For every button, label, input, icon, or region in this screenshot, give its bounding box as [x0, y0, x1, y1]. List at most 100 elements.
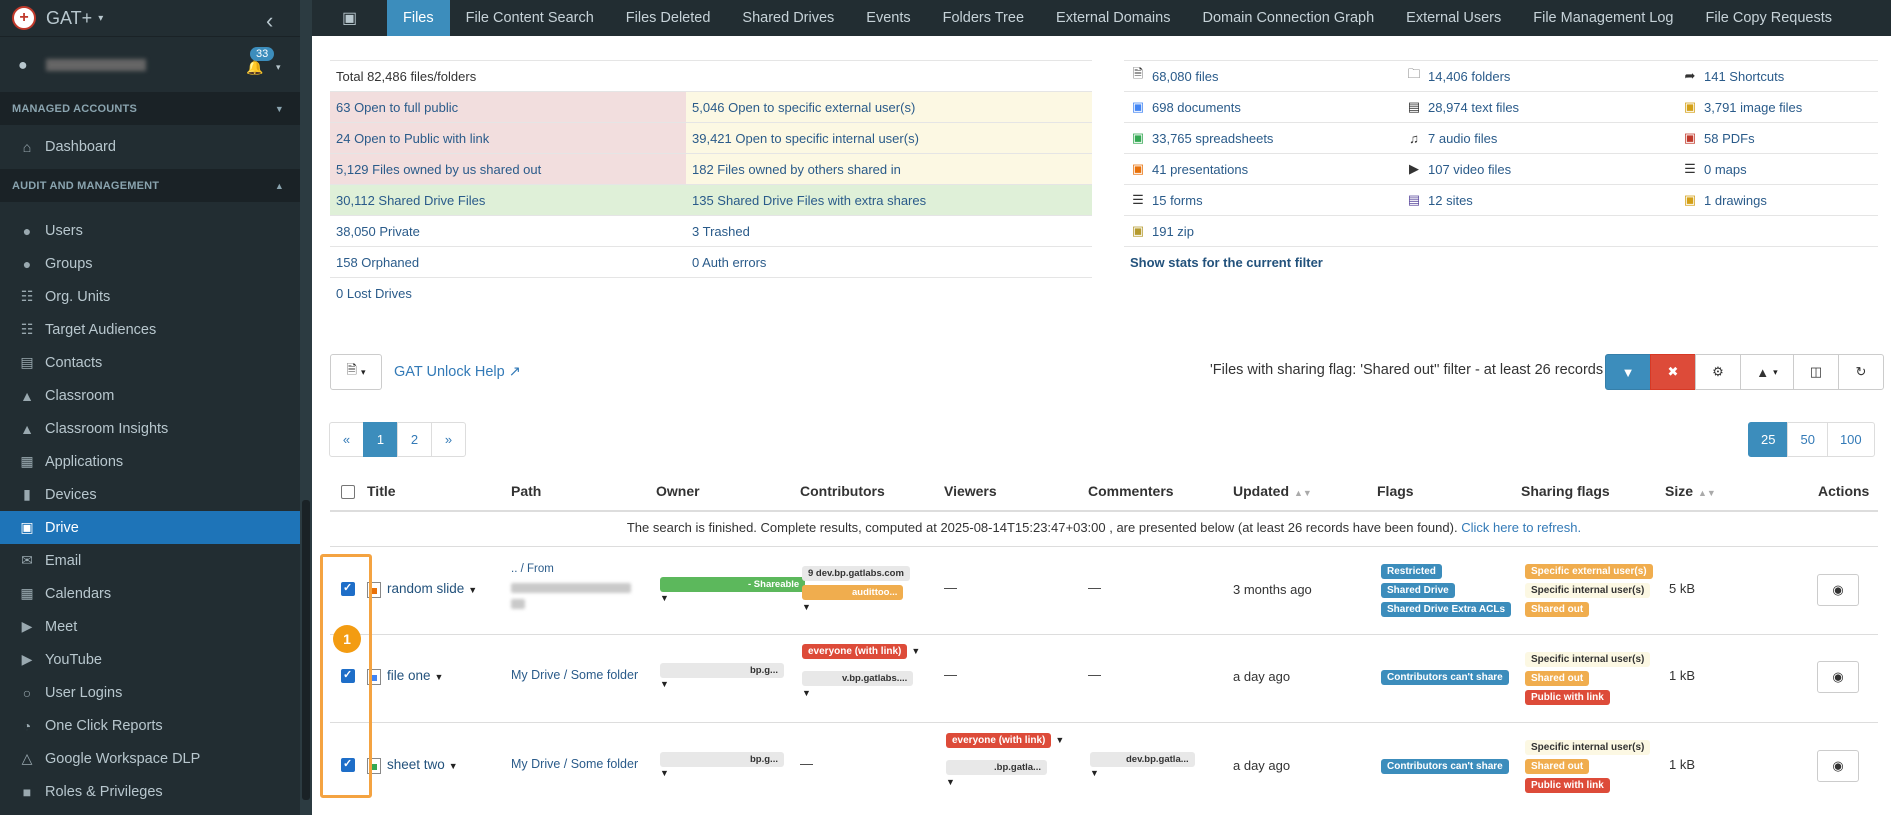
- page-size-100[interactable]: 100: [1826, 422, 1875, 457]
- sidebar-item-drive[interactable]: ▣ Drive: [0, 511, 300, 544]
- row-title[interactable]: sheet two ▼: [367, 757, 458, 774]
- view-button[interactable]: ◉: [1817, 661, 1859, 693]
- filter-settings-button[interactable]: ⚙: [1695, 354, 1741, 390]
- col-commenters[interactable]: Commenters: [1088, 483, 1174, 499]
- tab-file-copy-requests[interactable]: File Copy Requests: [1690, 0, 1849, 36]
- stat-folders[interactable]: 🗀 14,406 folders: [1400, 61, 1676, 91]
- tab-external-domains[interactable]: External Domains: [1040, 0, 1186, 36]
- view-button[interactable]: ◉: [1817, 574, 1859, 606]
- col-updated[interactable]: Updated ▲▼: [1233, 483, 1312, 499]
- stat-others-shared-in[interactable]: 182 Files owned by others shared in: [686, 154, 1092, 184]
- section-managed-accounts[interactable]: MANAGED ACCOUNTS ▼: [0, 92, 300, 125]
- stat-shortcuts[interactable]: ➦ 141 Shortcuts: [1676, 61, 1878, 91]
- sidebar-item-groups[interactable]: ● Groups: [0, 247, 300, 280]
- stat-spreadsheets[interactable]: ▣ 33,765 spreadsheets: [1124, 123, 1400, 153]
- refresh-link[interactable]: Click here to refresh.: [1461, 520, 1581, 535]
- tab-shared-drives[interactable]: Shared Drives: [726, 0, 850, 36]
- page-prev[interactable]: «: [329, 422, 364, 457]
- gat-unlock-help-link[interactable]: GAT Unlock Help ↗: [394, 364, 521, 380]
- stat-public-with-link[interactable]: 24 Open to Public with link: [330, 123, 686, 153]
- tab-folders-tree[interactable]: Folders Tree: [927, 0, 1040, 36]
- stat-zip[interactable]: ▣ 191 zip: [1124, 216, 1400, 246]
- stat-text-files[interactable]: ▤ 28,974 text files: [1400, 92, 1676, 122]
- tab-external-users[interactable]: External Users: [1390, 0, 1517, 36]
- sidebar-item-one-click-reports[interactable]: ◔ One Click Reports: [0, 709, 300, 742]
- sidebar-item-dlp[interactable]: △ Google Workspace DLP: [0, 742, 300, 775]
- col-contributors[interactable]: Contributors: [800, 483, 885, 499]
- caret-down-icon[interactable]: ▼: [802, 602, 811, 612]
- filter-button[interactable]: ▼: [1605, 354, 1651, 390]
- stat-owned-shared-out[interactable]: 5,129 Files owned by us shared out: [330, 154, 686, 184]
- clear-filter-button[interactable]: ✖: [1650, 354, 1696, 390]
- select-all-checkbox[interactable]: [341, 485, 355, 499]
- tab-file-management-log[interactable]: File Management Log: [1517, 0, 1689, 36]
- sidebar-item-email[interactable]: ✉ Email: [0, 544, 300, 577]
- tab-events[interactable]: Events: [850, 0, 926, 36]
- caret-down-icon[interactable]: ▼: [946, 777, 955, 787]
- stat-pdfs[interactable]: ▣ 58 PDFs: [1676, 123, 1878, 153]
- sidebar-item-classroom-insights[interactable]: ▲ Classroom Insights: [0, 412, 300, 445]
- col-title[interactable]: Title: [367, 483, 396, 499]
- stat-open-specific-external[interactable]: 5,046 Open to specific external user(s): [686, 92, 1092, 122]
- caret-down-icon[interactable]: ▼: [802, 688, 811, 698]
- caret-down-icon[interactable]: ▼: [660, 768, 669, 778]
- row-title[interactable]: file one ▼: [367, 668, 443, 685]
- bell-icon[interactable]: 🔔: [246, 59, 263, 76]
- sidebar-item-calendars[interactable]: ▦ Calendars: [0, 577, 300, 610]
- page-size-25[interactable]: 25: [1748, 422, 1789, 457]
- caret-down-icon[interactable]: ▼: [1055, 735, 1064, 745]
- sidebar-item-classroom[interactable]: ▲ Classroom: [0, 379, 300, 412]
- row-path[interactable]: .. / From: [511, 563, 554, 575]
- stat-shared-drive-files[interactable]: 30,112 Shared Drive Files: [330, 185, 686, 215]
- user-panel[interactable]: ● 🔔 33 ▾: [0, 36, 300, 92]
- stat-trashed[interactable]: 3 Trashed: [686, 216, 1092, 246]
- stat-shared-drive-extra[interactable]: 135 Shared Drive Files with extra shares: [686, 185, 1092, 215]
- page-2[interactable]: 2: [397, 422, 432, 457]
- sidebar-item-meet[interactable]: ▶ Meet: [0, 610, 300, 643]
- tab-file-content-search[interactable]: File Content Search: [450, 0, 610, 36]
- refresh-button[interactable]: ↻: [1838, 354, 1884, 390]
- col-owner[interactable]: Owner: [656, 483, 700, 499]
- col-path[interactable]: Path: [511, 483, 541, 499]
- caret-down-icon[interactable]: ▼: [911, 646, 920, 656]
- stat-sites[interactable]: ▤ 12 sites: [1400, 185, 1676, 215]
- row-path[interactable]: My Drive / Some folder: [511, 757, 638, 771]
- sidebar-item-user-logins[interactable]: ○ User Logins: [0, 676, 300, 709]
- columns-button[interactable]: ◫: [1793, 354, 1839, 390]
- section-audit-management[interactable]: AUDIT AND MANAGEMENT ▲: [0, 169, 300, 202]
- col-viewers[interactable]: Viewers: [944, 483, 997, 499]
- sidebar-item-applications[interactable]: ▦ Applications: [0, 445, 300, 478]
- show-stats-link[interactable]: Show stats for the current filter: [1124, 247, 1878, 277]
- stat-private[interactable]: 38,050 Private: [330, 216, 686, 246]
- stat-image-files[interactable]: ▣ 3,791 image files: [1676, 92, 1878, 122]
- tab-domain-connection-graph[interactable]: Domain Connection Graph: [1186, 0, 1390, 36]
- page-size-50[interactable]: 50: [1787, 422, 1828, 457]
- tab-files[interactable]: Files: [387, 0, 450, 36]
- caret-down-icon[interactable]: ▼: [660, 593, 669, 603]
- export-menu-button[interactable]: 🗎 ▾: [330, 354, 382, 390]
- stat-orphaned[interactable]: 158 Orphaned: [330, 247, 686, 277]
- stat-lost-drives[interactable]: 0 Lost Drives: [330, 278, 686, 308]
- col-flags[interactable]: Flags: [1377, 483, 1414, 499]
- stat-documents[interactable]: ▣ 698 documents: [1124, 92, 1400, 122]
- caret-down-icon[interactable]: ▼: [660, 679, 669, 689]
- sidebar-item-youtube[interactable]: ▶ YouTube: [0, 643, 300, 676]
- sidebar-item-devices[interactable]: ▮ Devices: [0, 478, 300, 511]
- view-button[interactable]: ◉: [1817, 750, 1859, 782]
- stat-open-specific-internal[interactable]: 39,421 Open to specific internal user(s): [686, 123, 1092, 153]
- caret-down-icon[interactable]: ▼: [1090, 768, 1099, 778]
- col-sharing-flags[interactable]: Sharing flags: [1521, 483, 1610, 499]
- row-path[interactable]: My Drive / Some folder: [511, 668, 638, 682]
- stat-drawings[interactable]: ▣ 1 drawings: [1676, 185, 1878, 215]
- tab-files-deleted[interactable]: Files Deleted: [610, 0, 727, 36]
- stat-open-full-public[interactable]: 63 Open to full public: [330, 92, 686, 122]
- sidebar-scrollbar-thumb[interactable]: [302, 500, 310, 800]
- sidebar-item-roles[interactable]: ■ Roles & Privileges: [0, 775, 300, 808]
- stat-presentations[interactable]: ▣ 41 presentations: [1124, 154, 1400, 184]
- brand[interactable]: + GAT+ ▾: [0, 0, 300, 36]
- sidebar-item-target-audiences[interactable]: ☷ Target Audiences: [0, 313, 300, 346]
- stat-files[interactable]: 🗎 68,080 files: [1124, 61, 1400, 91]
- stat-forms[interactable]: ☰ 15 forms: [1124, 185, 1400, 215]
- col-size[interactable]: Size ▲▼: [1665, 483, 1716, 499]
- sidebar-item-dashboard[interactable]: ⌂ Dashboard: [0, 125, 300, 169]
